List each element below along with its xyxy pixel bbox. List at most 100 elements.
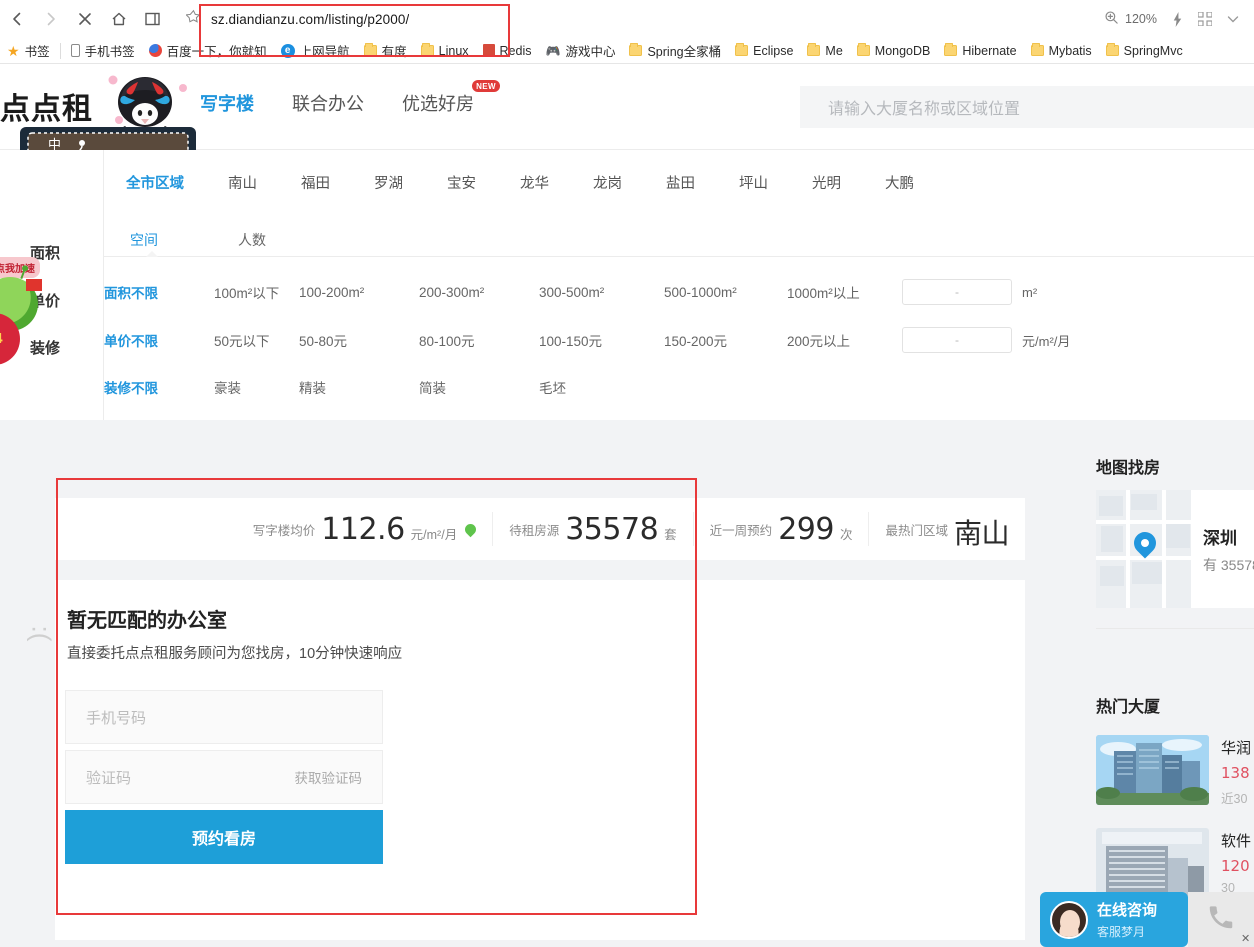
nav-item-coworking[interactable]: 联合办公: [292, 90, 364, 120]
hot-building-item-0[interactable]: 华润 138 近30: [1096, 735, 1254, 815]
deco-opt-4[interactable]: 毛坯: [539, 377, 664, 397]
bookmark-label: 游戏中心: [565, 45, 616, 59]
verify-code-field[interactable]: 验证码 获取验证码: [65, 750, 383, 804]
deco-opt-0[interactable]: 装修不限: [104, 377, 214, 397]
chevron-down-icon[interactable]: [1226, 12, 1240, 26]
baidu-icon: [148, 44, 162, 57]
district-item-6[interactable]: 龙岗: [571, 172, 644, 193]
subtab-space[interactable]: 空间: [130, 230, 158, 250]
price-opt-2[interactable]: 50-80元: [299, 330, 419, 350]
bookmark-item-9[interactable]: Eclipse: [728, 40, 800, 62]
bookmark-item-12[interactable]: Hibernate: [937, 40, 1023, 62]
empty-state-card: :( 暂无匹配的办公室 直接委托点点租服务顾问为您找房，10分钟快速响应 手机号…: [26, 580, 1025, 940]
district-item-5[interactable]: 龙华: [498, 172, 571, 193]
deco-opt-1[interactable]: 豪装: [214, 377, 299, 397]
district-item-3[interactable]: 罗湖: [352, 172, 425, 193]
area-opt-5[interactable]: 500-1000m²: [664, 285, 787, 300]
district-item-1[interactable]: 南山: [206, 172, 279, 193]
deco-opt-3[interactable]: 简装: [419, 377, 539, 397]
area-opt-0[interactable]: 面积不限: [104, 282, 214, 302]
district-item-9[interactable]: 光明: [790, 172, 863, 193]
get-code-button[interactable]: 获取验证码: [295, 767, 363, 787]
back-icon[interactable]: [0, 2, 34, 36]
district-item-4[interactable]: 宝安: [425, 172, 498, 193]
nav-item-featured[interactable]: 优选好房 NEW: [402, 80, 500, 120]
district-item-8[interactable]: 坪山: [717, 172, 790, 193]
trend-dot-icon: [462, 521, 479, 537]
ad-bubble-text: 点我加速: [0, 257, 40, 278]
bookmark-item-7[interactable]: 🎮 游戏中心: [539, 40, 623, 62]
lightning-icon[interactable]: [1171, 11, 1184, 27]
price-opt-6[interactable]: 200元以上: [787, 330, 902, 350]
area-opt-3[interactable]: 200-300m²: [419, 285, 539, 300]
close-icon[interactable]: ✕: [1241, 932, 1250, 945]
phone-field[interactable]: 手机号码: [65, 690, 383, 744]
folder-icon: [1105, 43, 1119, 56]
stat-hottest-district: 最热门区域 南山: [868, 512, 1025, 550]
bookmark-item-6[interactable]: Redis: [476, 40, 539, 62]
bookmark-item-0[interactable]: ★ 书签: [0, 40, 57, 62]
bookmark-item-4[interactable]: 有度: [357, 40, 414, 62]
district-item-0[interactable]: 全市区域: [104, 172, 206, 193]
building-thumbnail: [1096, 828, 1209, 898]
nav-label: 联合办公: [292, 94, 364, 114]
site-logo[interactable]: 点点租: [0, 70, 200, 150]
price-range-input[interactable]: -: [902, 327, 1012, 353]
price-opt-5[interactable]: 150-200元: [664, 330, 787, 350]
price-opt-3[interactable]: 80-100元: [419, 330, 539, 350]
content-column: 写字楼均价 112.6 元/m²/月 待租房源 35578 套 近一周预约 29…: [25, 440, 1025, 947]
stat-label: 最热门区域: [885, 523, 948, 538]
book-viewing-button[interactable]: 预约看房: [65, 810, 383, 864]
bookmark-item-13[interactable]: Mybatis: [1024, 40, 1099, 62]
map-search-card[interactable]: 深圳 有 35578: [1096, 490, 1254, 608]
bookmark-item-5[interactable]: Linux: [414, 40, 476, 62]
stop-icon[interactable]: [68, 2, 102, 36]
site-search-box[interactable]: 请输入大厦名称或区域位置: [800, 86, 1254, 128]
folder-icon: [420, 43, 434, 56]
map-info: 深圳 有 35578: [1191, 524, 1254, 575]
area-opt-1[interactable]: 100m²以下: [214, 282, 299, 302]
district-item-2[interactable]: 福田: [279, 172, 352, 193]
qr-icon[interactable]: [1198, 12, 1212, 26]
online-chat-widget[interactable]: 在线咨询 客服梦月: [1040, 892, 1188, 947]
subtab-headcount[interactable]: 人数: [238, 230, 266, 250]
bookmark-item-14[interactable]: SpringMvc: [1099, 40, 1190, 62]
stat-avg-price: 写字楼均价 112.6 元/m²/月: [237, 512, 492, 547]
map-thumbnail: [1096, 490, 1191, 608]
area-range-input[interactable]: -: [902, 279, 1012, 305]
district-item-7[interactable]: 盐田: [644, 172, 717, 193]
area-opt-4[interactable]: 300-500m²: [539, 285, 664, 300]
sad-face-icon: :(: [26, 625, 57, 642]
address-bar[interactable]: sz.diandianzu.com/listing/p2000/: [176, 5, 1093, 33]
price-opt-4[interactable]: 100-150元: [539, 330, 664, 350]
bookmark-item-10[interactable]: Me: [800, 40, 849, 62]
forward-icon[interactable]: [34, 2, 68, 36]
deco-opt-2[interactable]: 精装: [299, 377, 419, 397]
home-icon[interactable]: [102, 2, 136, 36]
bookmark-label: Hibernate: [962, 43, 1017, 58]
filter-subtabs: 空间 人数: [130, 230, 266, 250]
folder-icon: [856, 43, 870, 56]
bookmark-item-2[interactable]: 百度一下，你就知: [142, 40, 274, 62]
bookmark-item-11[interactable]: MongoDB: [850, 40, 938, 62]
area-opt-6[interactable]: 1000m²以上: [787, 282, 902, 302]
logo-text: 点点租: [0, 92, 93, 127]
nav-item-office[interactable]: 写字楼: [200, 90, 254, 120]
map-city-name: 深圳: [1203, 528, 1237, 548]
price-opt-0[interactable]: 单价不限: [104, 330, 214, 350]
zoom-indicator[interactable]: 120%: [1104, 10, 1157, 28]
reader-icon[interactable]: [136, 2, 170, 36]
empty-state-subtitle: 直接委托点点租服务顾问为您找房，10分钟快速响应: [67, 646, 403, 662]
price-opt-1[interactable]: 50元以下: [214, 330, 299, 350]
bookmark-item-1[interactable]: 手机书签: [64, 40, 142, 62]
bookmark-item-8[interactable]: Spring全家桶: [622, 40, 728, 62]
chat-title: 在线咨询: [1097, 902, 1158, 919]
district-filter-row: 全市区域 南山 福田 罗湖 宝安 龙华 龙岗 盐田 坪山 光明 大鹏: [104, 172, 936, 193]
left-floating-ad[interactable]: 点我加速 04: [0, 245, 58, 375]
district-item-10[interactable]: 大鹏: [863, 172, 936, 193]
star-outline-icon[interactable]: [185, 9, 201, 29]
area-opt-2[interactable]: 100-200m²: [299, 285, 419, 300]
folder-icon: [735, 43, 749, 56]
page-body: 写字楼均价 112.6 元/m²/月 待租房源 35578 套 近一周预约 29…: [0, 420, 1254, 947]
bookmark-item-3[interactable]: e 上网导航: [274, 40, 357, 62]
